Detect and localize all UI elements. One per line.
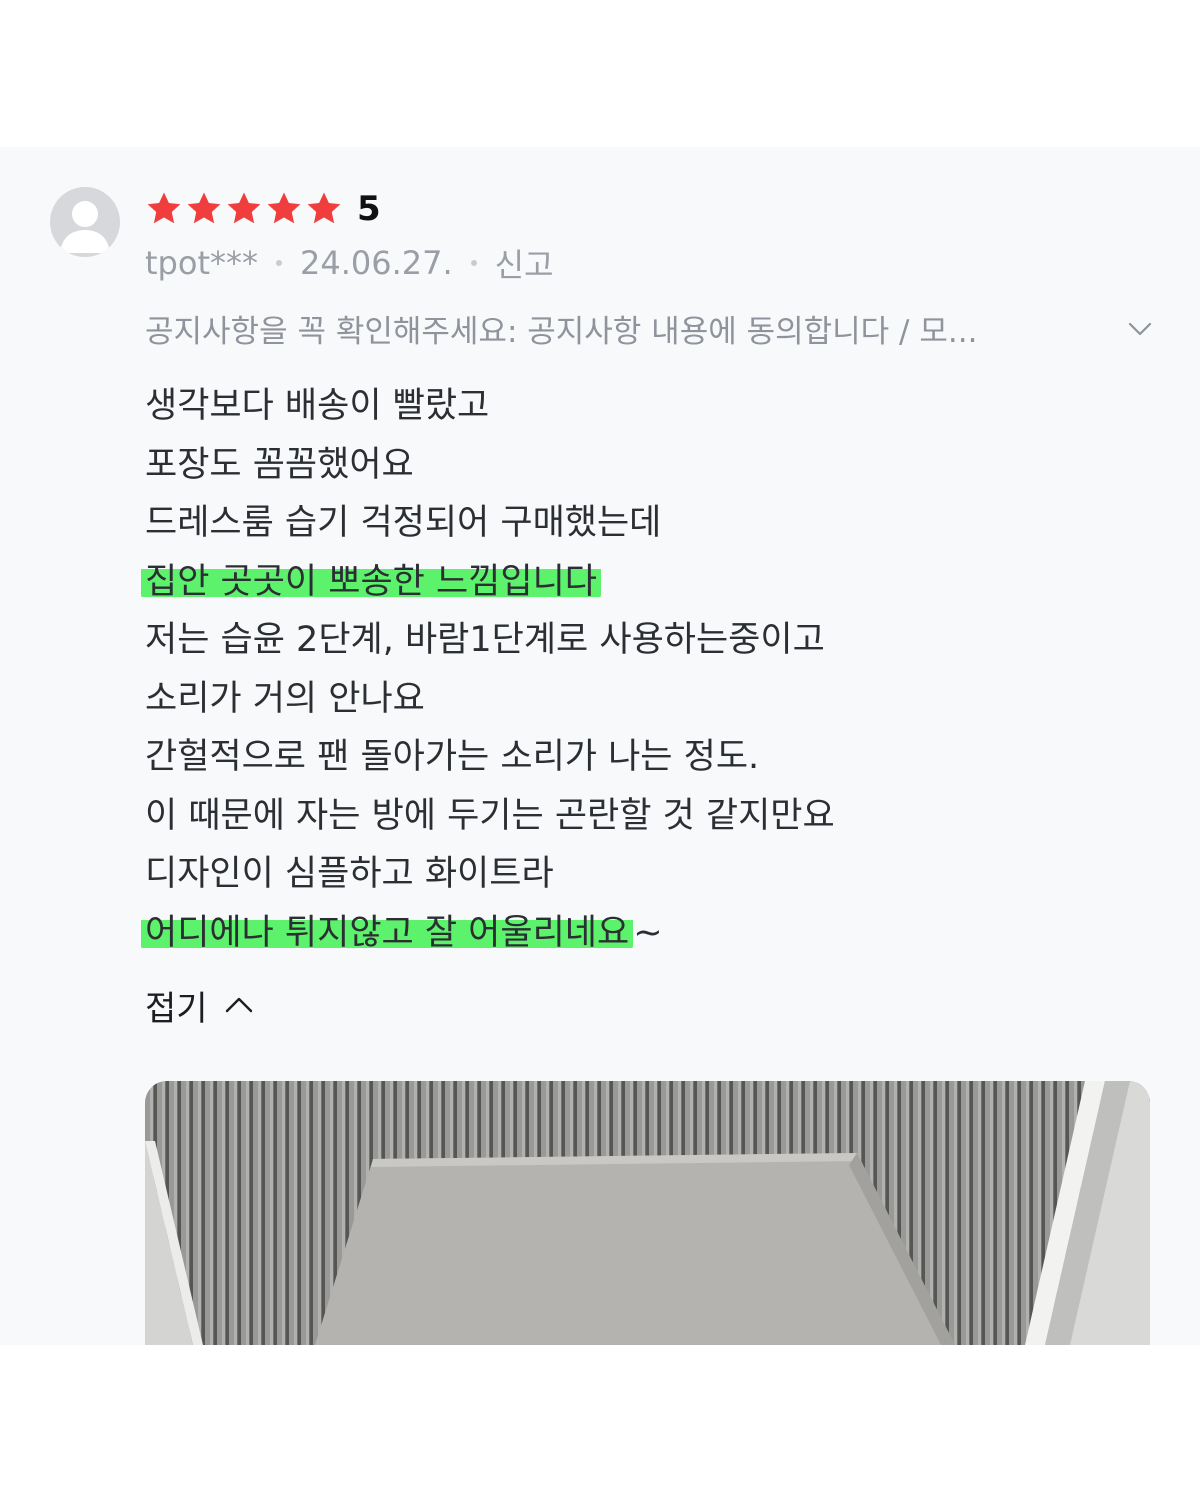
star-icon [267, 192, 301, 224]
review-line-highlighted: 어디에나 튀지않고 잘 어울리네요 ~ [141, 904, 1155, 963]
star-icon [307, 192, 341, 224]
report-link[interactable]: 신고 [495, 240, 554, 286]
fold-button[interactable]: 접기 [145, 983, 256, 1029]
review-meta: tpot*** 24.06.27. 신고 [145, 240, 554, 286]
line-suffix: ~ [633, 912, 663, 953]
star-icon [227, 192, 261, 224]
option-notice[interactable]: 공지사항을 꼭 확인해주세요: 공지사항 내용에 동의합니다 / 모... [145, 307, 1155, 350]
chevron-up-icon [225, 997, 252, 1013]
user-silhouette-icon [60, 201, 110, 253]
reviewer-name: tpot*** [145, 244, 258, 282]
option-notice-text: 공지사항을 꼭 확인해주세요: 공지사항 내용에 동의합니다 / 모... [145, 313, 978, 350]
review-line-highlighted: 집안 곳곳이 뽀송한 느낌입니다 [141, 553, 1155, 612]
review-photo[interactable] [145, 1081, 1150, 1345]
highlighted-text: 어디에나 튀지않고 잘 어울리네요 [141, 912, 634, 953]
review-line: 이 때문에 자는 방에 두기는 곤란할 것 같지만요 [145, 795, 835, 836]
avatar [50, 187, 120, 257]
review-line: 포장도 꼼꼼했어요 [145, 444, 414, 485]
highlighted-text: 집안 곳곳이 뽀송한 느낌입니다 [141, 561, 601, 602]
humidifier-photo [145, 1081, 1150, 1345]
review-line: 드레스룸 습기 걱정되어 구매했는데 [145, 503, 662, 543]
star-icon [187, 192, 221, 224]
review-body: 생각보다 배송이 빨랐고 포장도 꼼꼼했어요 드레스룸 습기 걱정되어 구매했는… [141, 377, 1155, 963]
fold-label: 접기 [145, 988, 208, 1029]
star-rating [145, 190, 343, 228]
rating-score: 5 [357, 189, 381, 229]
review-date: 24.06.27. [299, 244, 453, 282]
review-line: 저는 습윤 2단계, 바람1단계로 사용하는중이고 [145, 620, 825, 660]
review-card: 5 tpot*** 24.06.27. 신고 공지사항을 꼭 확인해주세요: 공… [0, 147, 1200, 1345]
meta-separator [470, 260, 477, 266]
review-line: 간헐적으로 팬 돌아가는 소리가 나는 정도. [145, 737, 760, 777]
review-line: 소리가 거의 안나요 [145, 678, 425, 719]
rating-row: 5 [145, 187, 381, 231]
review-line: 디자인이 심플하고 화이트라 [145, 854, 554, 894]
chevron-down-icon[interactable] [1125, 313, 1155, 343]
meta-separator [275, 260, 282, 266]
star-icon [147, 192, 181, 224]
review-line: 생각보다 배송이 빨랐고 [145, 386, 490, 426]
